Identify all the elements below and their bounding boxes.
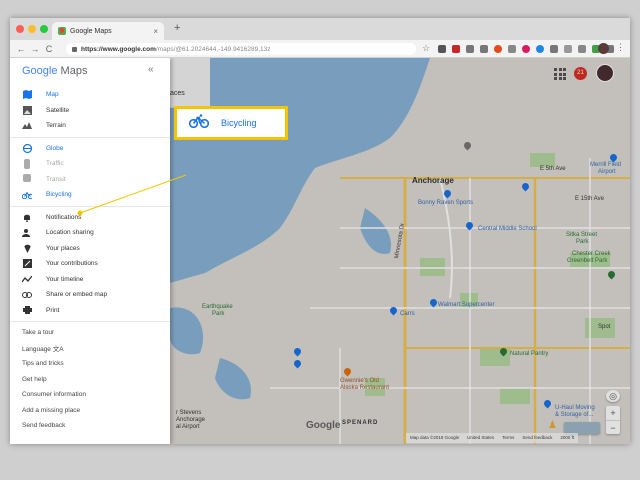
extensions-bar — [438, 45, 614, 53]
new-tab-button[interactable]: + — [174, 22, 180, 34]
extension-icon[interactable] — [494, 45, 502, 53]
tab-strip: Google Maps × + — [10, 18, 630, 40]
close-window-button[interactable] — [16, 25, 24, 33]
reload-icon[interactable]: C — [42, 44, 56, 54]
url-path: /maps/@61.2024644,-149.9416289,13z — [155, 45, 271, 53]
browser-toolbar: ← → C https://www.google.com /maps/@61.2… — [10, 40, 630, 58]
minimize-window-button[interactable] — [28, 25, 36, 33]
tab-close-icon[interactable]: × — [153, 27, 158, 36]
extension-icon[interactable] — [508, 45, 516, 53]
pocket-extension-icon[interactable] — [438, 45, 446, 53]
callout-connector — [77, 174, 187, 216]
extension-icon[interactable] — [536, 45, 544, 53]
maps-page: aces Anchorage Merrill Field Airport Bon… — [10, 58, 630, 444]
lock-icon — [72, 46, 77, 52]
bicycle-icon — [188, 113, 210, 133]
extension-icon[interactable] — [466, 45, 474, 53]
profile-avatar[interactable] — [598, 43, 609, 54]
extension-icon[interactable] — [550, 45, 558, 53]
back-icon[interactable]: ← — [14, 44, 28, 54]
pinterest-icon[interactable] — [522, 45, 530, 53]
extension-icon[interactable] — [578, 45, 586, 53]
extension-icon[interactable] — [452, 45, 460, 53]
browser-menu-icon[interactable]: ⋮ — [616, 42, 625, 53]
browser-tab[interactable]: Google Maps × — [52, 22, 164, 40]
url-host: https://www.google.com — [81, 45, 156, 53]
forward-icon[interactable]: → — [28, 44, 42, 54]
bookmark-star-icon[interactable]: ☆ — [422, 43, 430, 54]
maximize-window-button[interactable] — [40, 25, 48, 33]
callout-label: Bicycling — [221, 118, 257, 128]
extension-icon[interactable] — [564, 45, 572, 53]
window-controls — [16, 25, 48, 33]
tab-title: Google Maps — [70, 27, 112, 35]
address-bar[interactable]: https://www.google.com /maps/@61.2024644… — [66, 43, 416, 55]
cast-icon[interactable] — [480, 45, 488, 53]
browser-window: Google Maps × + ← → C https://www.google… — [10, 18, 630, 444]
bicycling-callout: Bicycling — [174, 106, 288, 140]
google-maps-favicon-icon — [58, 27, 66, 35]
